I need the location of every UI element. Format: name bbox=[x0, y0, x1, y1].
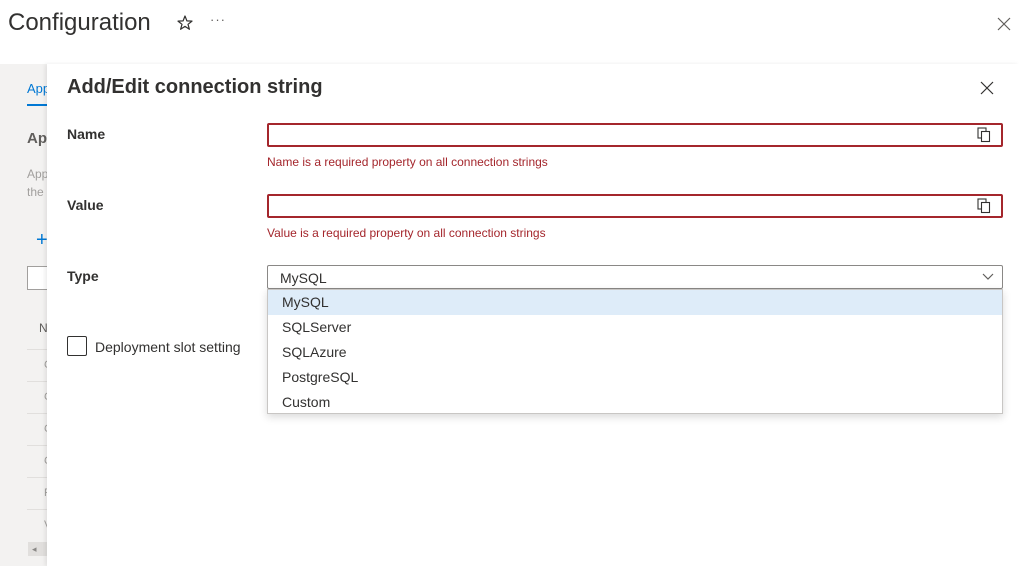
type-dropdown[interactable]: MySQL bbox=[267, 265, 1003, 289]
deployment-slot-checkbox[interactable] bbox=[67, 336, 87, 356]
close-icon[interactable] bbox=[980, 81, 994, 95]
background-description: the bbox=[27, 185, 44, 199]
close-blade-icon[interactable] bbox=[994, 14, 1014, 34]
dialog-title: Add/Edit connection string bbox=[67, 76, 323, 98]
star-icon[interactable] bbox=[176, 14, 194, 32]
value-error: Value is a required property on all conn… bbox=[267, 226, 546, 240]
value-label: Value bbox=[67, 197, 104, 213]
connection-string-dialog: Add/Edit connection string Name Name is … bbox=[47, 64, 1019, 566]
background-heading: Ap bbox=[27, 130, 47, 147]
background-description: App bbox=[27, 167, 49, 181]
type-option-sqlserver[interactable]: SQLServer bbox=[268, 315, 1002, 340]
chevron-down-icon bbox=[982, 273, 994, 280]
more-options-icon[interactable]: ··· bbox=[210, 12, 226, 27]
name-label: Name bbox=[67, 126, 106, 142]
type-option-mysql[interactable]: MySQL bbox=[268, 290, 1002, 315]
page-header: Configuration ··· bbox=[0, 0, 1019, 50]
page-title: Configuration bbox=[8, 9, 151, 36]
deployment-slot-label: Deployment slot setting bbox=[95, 339, 241, 355]
value-input[interactable] bbox=[267, 194, 1003, 218]
plus-icon: + bbox=[36, 229, 48, 251]
type-option-sqlazure[interactable]: SQLAzure bbox=[268, 340, 1002, 365]
type-label: Type bbox=[67, 268, 99, 284]
copy-icon[interactable] bbox=[977, 127, 991, 143]
name-input[interactable] bbox=[267, 123, 1003, 147]
type-selected-value: MySQL bbox=[280, 270, 327, 286]
type-option-postgresql[interactable]: PostgreSQL bbox=[268, 365, 1002, 390]
type-options-list: MySQL SQLServer SQLAzure PostgreSQL Cust… bbox=[267, 289, 1003, 414]
copy-icon[interactable] bbox=[977, 198, 991, 214]
type-option-custom[interactable]: Custom bbox=[268, 390, 1002, 415]
name-error: Name is a required property on all conne… bbox=[267, 155, 548, 169]
